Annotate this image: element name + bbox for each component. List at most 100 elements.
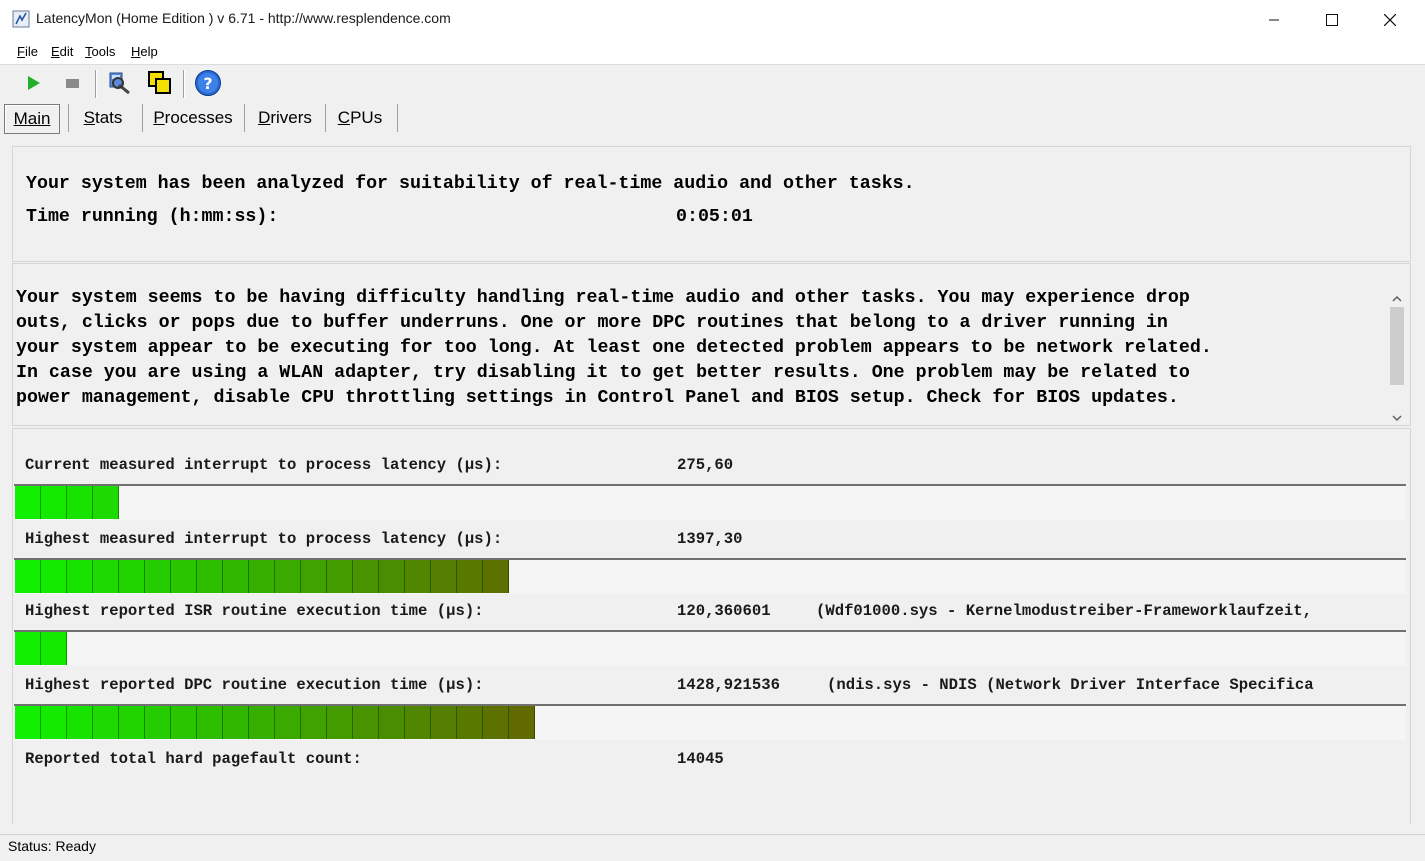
tab-separator (325, 104, 326, 132)
maximize-icon[interactable] (1303, 0, 1361, 40)
scroll-thumb[interactable] (1390, 307, 1404, 385)
message-scrollbar[interactable] (1387, 287, 1407, 424)
tab-main[interactable]: Main (4, 104, 60, 134)
bar-segment (41, 486, 67, 519)
latency-bar (14, 558, 1406, 594)
menu-file-accel: F (17, 44, 25, 59)
bar-segment (457, 560, 483, 593)
menu-help-label: elp (140, 44, 158, 59)
tab-separator (142, 104, 143, 132)
time-running-value: 0:05:01 (676, 207, 753, 227)
close-icon[interactable] (1361, 0, 1419, 40)
bar-segment (249, 560, 275, 593)
bar-segment (93, 486, 119, 519)
metric-detail: (ndis.sys - NDIS (Network Driver Interfa… (827, 676, 1314, 694)
menu-help[interactable]: Help (131, 44, 158, 59)
bar-segment (327, 560, 353, 593)
tab-processes[interactable]: Processes (148, 104, 238, 132)
metric-value: 120,360601 (677, 602, 771, 620)
bar-segment (379, 706, 405, 739)
tab-separator (244, 104, 245, 132)
latency-bar (14, 630, 1406, 666)
latency-bar (14, 704, 1406, 740)
pagefault-label: Reported total hard pagefault count: (25, 750, 362, 768)
scroll-up-icon[interactable] (1391, 289, 1403, 308)
svg-text:?: ? (203, 74, 212, 93)
bar-segment (119, 560, 145, 593)
bar-segment (15, 632, 41, 665)
tab-separator (68, 104, 69, 132)
bar-segment (171, 706, 197, 739)
tab-drivers-accel: D (258, 108, 271, 127)
bar-segment (93, 706, 119, 739)
metric-detail: (Wdf01000.sys - Kernelmodustreiber-Frame… (816, 602, 1312, 620)
windows-icon[interactable] (145, 68, 175, 98)
pagefault-value: 14045 (677, 750, 724, 768)
bar-segment (327, 706, 353, 739)
driver-inspect-icon[interactable] (104, 68, 134, 98)
menu-tools[interactable]: Tools (85, 44, 115, 59)
bar-segment (379, 560, 405, 593)
bar-segment (197, 706, 223, 739)
menu-edit[interactable]: Edit (51, 44, 73, 59)
bar-segment (457, 706, 483, 739)
tab-main-accel: M (13, 109, 28, 128)
bar-segment (483, 560, 509, 593)
metric-label: Highest measured interrupt to process la… (25, 530, 503, 548)
tab-drivers[interactable]: Drivers (250, 104, 320, 132)
metric-label: Current measured interrupt to process la… (25, 456, 503, 474)
tab-stats[interactable]: Stats (72, 104, 134, 132)
tab-cpus[interactable]: C PUs (332, 104, 388, 132)
toolbar-separator (183, 70, 185, 98)
summary-line: Your system has been analyzed for suitab… (26, 174, 915, 194)
bar-segment (197, 560, 223, 593)
menu-file[interactable]: File (17, 44, 38, 59)
bar-segment (41, 560, 67, 593)
metric-label: Highest reported ISR routine execution t… (25, 602, 484, 620)
bar-segment (353, 706, 379, 739)
tab-processes-accel: P (153, 108, 165, 127)
menu-file-label: ile (24, 44, 38, 59)
analysis-message: Your system seems to be having difficult… (16, 288, 1212, 408)
metric-label: Highest reported DPC routine execution t… (25, 676, 484, 694)
help-icon[interactable]: ? (193, 68, 223, 98)
tab-cpus-accel: C (337, 108, 351, 127)
bar-segment (171, 560, 197, 593)
bar-fill (15, 632, 67, 665)
bar-segment (223, 560, 249, 593)
bar-fill (15, 706, 535, 739)
bar-fill (15, 560, 509, 593)
summary-panel (12, 146, 1411, 262)
scroll-down-icon[interactable] (1391, 408, 1403, 427)
bar-segment (431, 706, 457, 739)
bar-segment (67, 560, 93, 593)
bar-segment (275, 560, 301, 593)
toolbar-separator (95, 70, 97, 98)
bar-segment (249, 706, 275, 739)
time-running-label: Time running (h:mm:ss): (26, 207, 279, 227)
bar-segment (405, 706, 431, 739)
bar-segment (41, 706, 67, 739)
stop-icon[interactable] (57, 68, 87, 98)
menu-edit-label: dit (59, 44, 74, 59)
menu-tools-label: ools (91, 44, 116, 59)
bar-segment (67, 486, 93, 519)
tab-stats-label: tats (94, 108, 123, 127)
metric-value: 1397,30 (677, 530, 743, 548)
bar-segment (431, 560, 457, 593)
play-icon[interactable] (18, 68, 48, 98)
tab-drivers-label: rivers (270, 108, 312, 127)
bar-segment (93, 560, 119, 593)
bar-segment (301, 706, 327, 739)
bar-segment (275, 706, 301, 739)
tab-separator (397, 104, 398, 132)
tab-main-label: ain (27, 109, 51, 128)
bar-segment (483, 706, 509, 739)
menu-bar (0, 40, 1425, 65)
bar-segment (509, 706, 535, 739)
app-icon (12, 10, 30, 28)
minimize-icon[interactable] (1245, 0, 1303, 40)
bar-segment (301, 560, 327, 593)
bar-segment (15, 706, 41, 739)
latency-bar (14, 484, 1406, 520)
